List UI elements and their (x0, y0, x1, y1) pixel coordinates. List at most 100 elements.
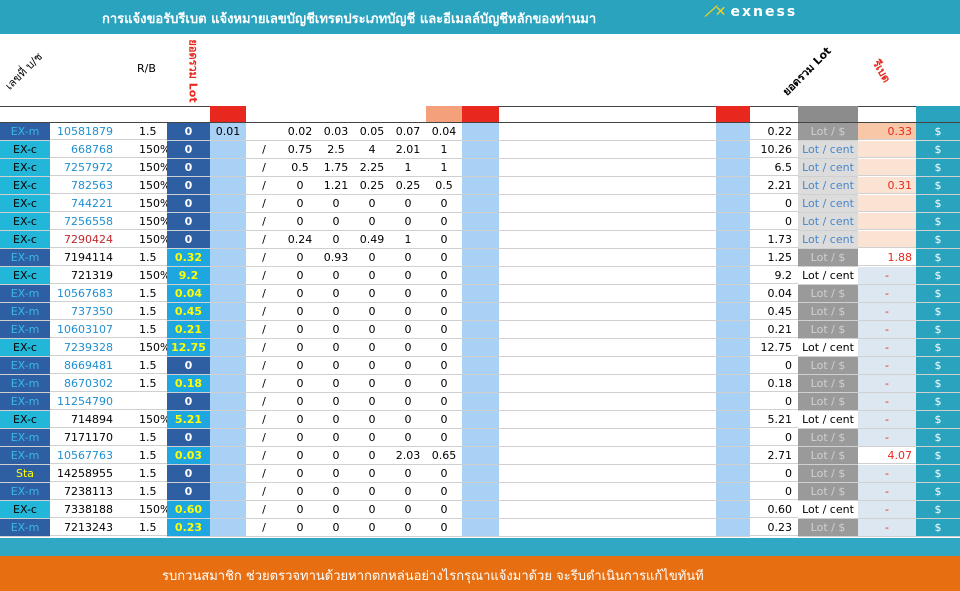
table-row[interactable]: EX-c7257972150%0/0.51.752.25116.5Lot / c… (0, 159, 960, 177)
table-row[interactable]: EX-c721319150%9.2/000009.2Lot / cent-$ (0, 267, 960, 285)
daily-lot-2: 0 (282, 393, 318, 411)
unit-value: Lot / $ (798, 447, 858, 465)
total-lot: 0.32 (167, 249, 210, 267)
daily-lot-5: 0 (390, 375, 426, 393)
account-type: EX-m (0, 285, 50, 303)
spacer-col (716, 195, 750, 213)
day-label-6 (426, 106, 462, 122)
daily-lot-3: 0 (318, 357, 354, 375)
rebate-rate: 1.5 (127, 249, 167, 266)
daily-lot-1: / (246, 231, 282, 249)
daily-lot-1: / (246, 501, 282, 519)
daily-lot-4: 0 (354, 501, 390, 519)
empty-area (499, 249, 716, 267)
table-row[interactable]: EX-c668768150%0 /0.752.542.011 10.26Lot / … (0, 141, 960, 159)
table-row[interactable]: EX-m 7171170 1.5 0/0 0 0 0 0 0 Lot / $ - $ (0, 429, 960, 447)
rebate-amount (858, 195, 916, 212)
daily-lot-0 (210, 447, 246, 465)
table-row[interactable]: Sta 14258955 1.5 0/0 0 0 0 0 0 Lot / $ - $ (0, 465, 960, 483)
table-row[interactable]: EX-c782563150%0/01.210.250.250.52.21Lot … (0, 177, 960, 195)
daily-lot-4: 0 (354, 483, 390, 501)
spacer-col (716, 375, 750, 393)
table-row[interactable]: EX-m 10581879 1.5 0 0.01 0.02 0.03 0.05 0.07 0.04… (0, 123, 960, 141)
daily-lot-1: / (246, 141, 282, 159)
daily-lot-4: 0 (354, 519, 390, 537)
table-row[interactable]: EX-c714894150%5.21/000005.21Lot / cent-$ (0, 411, 960, 429)
daily-lot-3: 0.93 (318, 249, 354, 267)
daily-lot-0 (210, 267, 246, 285)
sum-lot: 9.2 (750, 267, 798, 284)
daily-lot-5: 1 (390, 231, 426, 249)
table-row[interactable]: EX-c7239328150%12.75/0000012.75Lot / cen… (0, 339, 960, 357)
table-row[interactable]: EX-m 737350 1.5 0.45/0 0 0 0 0 0.45 Lot / $ - $ (0, 303, 960, 321)
daily-lot-2: 0 (282, 249, 318, 267)
spacer-col (716, 141, 750, 159)
daily-lot-6: 0.5 (426, 177, 462, 195)
rebate-rate: 150% (127, 141, 167, 158)
daily-lot-5: 0 (390, 519, 426, 537)
daily-lot-1: / (246, 483, 282, 501)
total-lot: 0 (167, 483, 210, 501)
currency: $ (916, 123, 960, 141)
table-row[interactable]: EX-m 10567763 1.5 0.03/0 0 0 2.03 0.65 2.71 Lot /… (0, 447, 960, 465)
table-row[interactable]: EX-m 10603107 1.5 0.21/0 0 0 0 0 0.21 Lot / $ - $ (0, 321, 960, 339)
table-row[interactable]: EX-c744221150%0/000000Lot / cent$ (0, 195, 960, 213)
daily-lot-1: / (246, 393, 282, 411)
header-rb: R/B (137, 62, 156, 75)
sum-lot: 5.21 (750, 411, 798, 428)
daily-lot-5: 0 (390, 303, 426, 321)
daily-lot-1: / (246, 213, 282, 231)
total-lot: 0.03 (167, 447, 210, 465)
table-row[interactable]: EX-m Soc112547900/000000Lot / $-$ (0, 393, 960, 411)
daily-lot-2: 0 (282, 501, 318, 519)
rebate-rate: 1.5 (127, 123, 167, 140)
table-row[interactable]: EX-c7338188150%0.60/000000.60Lot / cent-… (0, 501, 960, 519)
daily-lot-4: 0 (354, 375, 390, 393)
daily-lot-4: 0 (354, 429, 390, 447)
empty-area (499, 465, 716, 483)
rebate-amount: - (858, 285, 916, 303)
spacer-col (716, 177, 750, 195)
daily-lot-2: 0 (282, 429, 318, 447)
daily-lot-0 (210, 303, 246, 321)
daily-lot-1: / (246, 321, 282, 339)
account-number: 8669481 (50, 357, 127, 374)
daily-lot-5: 0 (390, 321, 426, 339)
spacer-col (716, 429, 750, 447)
daily-lot-6: 0 (426, 519, 462, 537)
spacer-col (716, 501, 750, 519)
daily-lot-2: 0.5 (282, 159, 318, 177)
sum-lot: 1.73 (750, 231, 798, 248)
daily-lot-2: 0 (282, 321, 318, 339)
account-number: 668768 (50, 141, 127, 158)
sum-lot: 0 (750, 483, 798, 500)
table-row[interactable]: EX-c7256558150%0/000000Lot / cent$ (0, 213, 960, 231)
table-row[interactable]: EX-c7290424150%0/0.2400.49101.73Lot / ce… (0, 231, 960, 249)
account-type: EX-c (0, 339, 50, 357)
rebate-amount: - (858, 357, 916, 375)
empty-area (499, 339, 716, 357)
daily-lot-1: / (246, 411, 282, 429)
table-row[interactable]: EX-m 7194114 1.5 0.32/0 0.93 0 0 0 1.25 Lot / $1.… (0, 249, 960, 267)
account-type: EX-c (0, 159, 50, 177)
total-lot: 0.23 (167, 519, 210, 537)
total-lot: 0 (167, 141, 210, 159)
spacer-col (716, 231, 750, 249)
daily-lot-7 (462, 321, 499, 339)
daily-lot-2: 0 (282, 285, 318, 303)
table-row[interactable]: EX-m 8670302 1.5 0.18/0 0 0 0 0 0.18 Lot / $ - $ (0, 375, 960, 393)
daily-lot-7 (462, 195, 499, 213)
table-row[interactable]: EX-m 7213243 1.5 0.23/0 0 0 0 0 0.23 Lot / $ - $ (0, 519, 960, 537)
table-row[interactable]: EX-m 10567683 1.5 0.04/0 0 0 0 0 0.04 Lot / $ - $ (0, 285, 960, 303)
daily-lot-3: 0 (318, 213, 354, 231)
spacer-col (716, 321, 750, 339)
daily-lot-5: 0 (390, 429, 426, 447)
currency: $ (916, 177, 960, 195)
table-row[interactable]: EX-m 7238113 1.5 0/0 0 0 0 0 0 Lot / $ - $ (0, 483, 960, 501)
daily-lot-2: 0 (282, 213, 318, 231)
total-lot: 0.18 (167, 375, 210, 393)
empty-area (499, 123, 716, 141)
table-row[interactable]: EX-m 8669481 1.5 0/0 0 0 0 0 0 Lot / $ - $ (0, 357, 960, 375)
rebate-amount: - (858, 483, 916, 501)
empty-area (499, 267, 716, 285)
